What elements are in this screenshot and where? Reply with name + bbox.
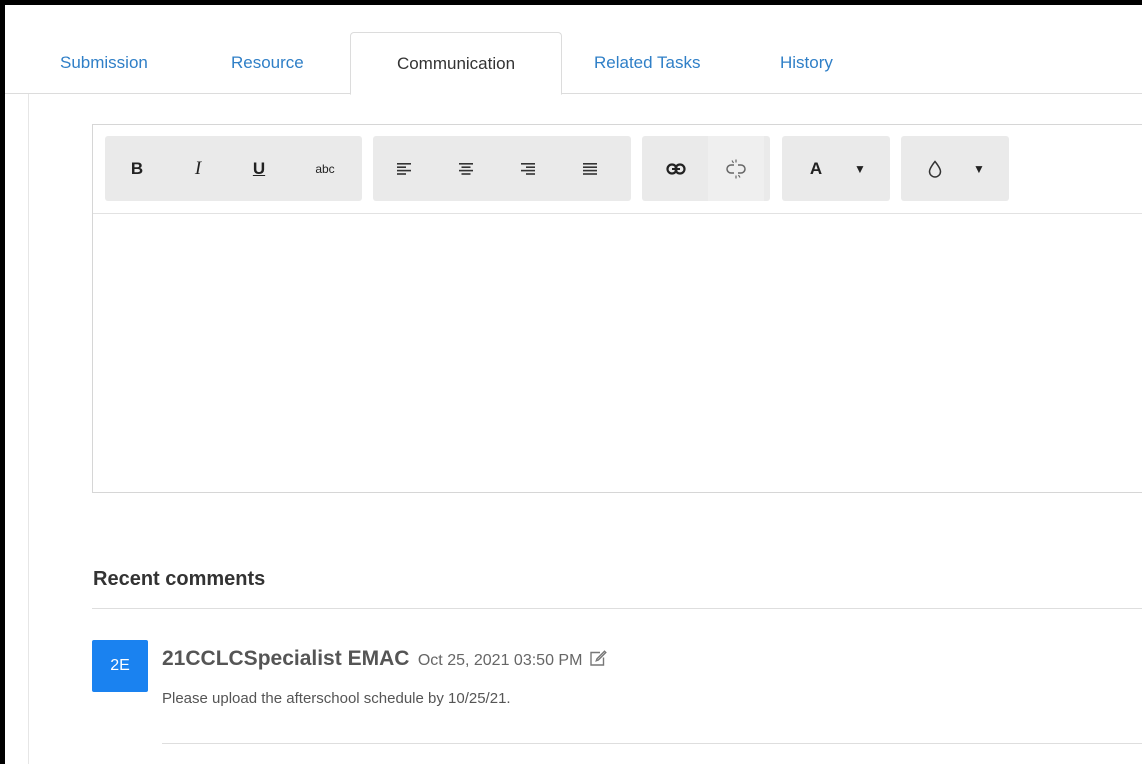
align-justify-button[interactable] [567,136,613,201]
droplet-icon [928,159,942,178]
content-left-border [28,94,29,764]
font-color-label: A [809,158,823,178]
align-justify-icon [583,162,597,175]
editor-content-area[interactable] [93,213,1142,492]
align-left-button[interactable] [381,136,427,201]
tab-bar: Submission Resource Communication Relate… [5,32,1142,95]
tab-resource[interactable]: Resource [231,32,304,94]
avatar: 2E [92,640,148,692]
link-icon [666,162,686,175]
tab-communication[interactable]: Communication [350,32,562,95]
comment-timestamp: Oct 25, 2021 03:50 PM [417,652,583,669]
comment-text: Please upload the afterschool schedule b… [162,690,511,707]
tab-submission[interactable]: Submission [60,32,148,94]
underline-button[interactable]: U [241,136,277,201]
comment-divider [162,743,1142,744]
align-center-button[interactable] [443,136,489,201]
tab-related-tasks[interactable]: Related Tasks [594,32,700,94]
background-color-dropdown[interactable]: ▼ [959,136,999,201]
align-center-icon [459,162,473,175]
font-color-button[interactable]: A [792,136,840,201]
tab-history[interactable]: History [780,32,833,94]
tab-bar-baseline [5,93,1142,94]
link-group [642,136,770,201]
strikethrough-button[interactable]: abc [303,136,347,201]
align-right-button[interactable] [505,136,551,201]
chevron-down-icon: ▼ [854,161,866,176]
insert-link-button[interactable] [650,136,702,201]
section-divider [92,608,1142,609]
alignment-group [373,136,631,201]
align-left-icon [397,162,411,175]
comment-author: 21CCLCSpecialist EMAC [162,647,410,670]
font-color-dropdown[interactable]: ▼ [840,136,880,201]
text-style-group: B I U abc [105,136,362,201]
bold-button[interactable]: B [119,136,155,201]
comment-header: 21CCLCSpecialist EMAC Oct 25, 2021 03:50… [162,647,607,672]
unlink-icon [726,159,746,178]
rich-text-editor: B I U abc A ▼ ▼ [92,124,1142,493]
recent-comments-heading: Recent comments [93,568,266,590]
chevron-down-icon: ▼ [973,161,985,176]
edit-icon[interactable] [589,650,607,672]
align-right-icon [521,162,535,175]
editor-toolbar: B I U abc A ▼ ▼ [93,125,1142,214]
background-color-button[interactable] [911,136,959,201]
italic-button[interactable]: I [181,136,215,201]
remove-link-button[interactable] [708,136,764,201]
font-color-group: A ▼ [782,136,890,201]
background-color-group: ▼ [901,136,1009,201]
